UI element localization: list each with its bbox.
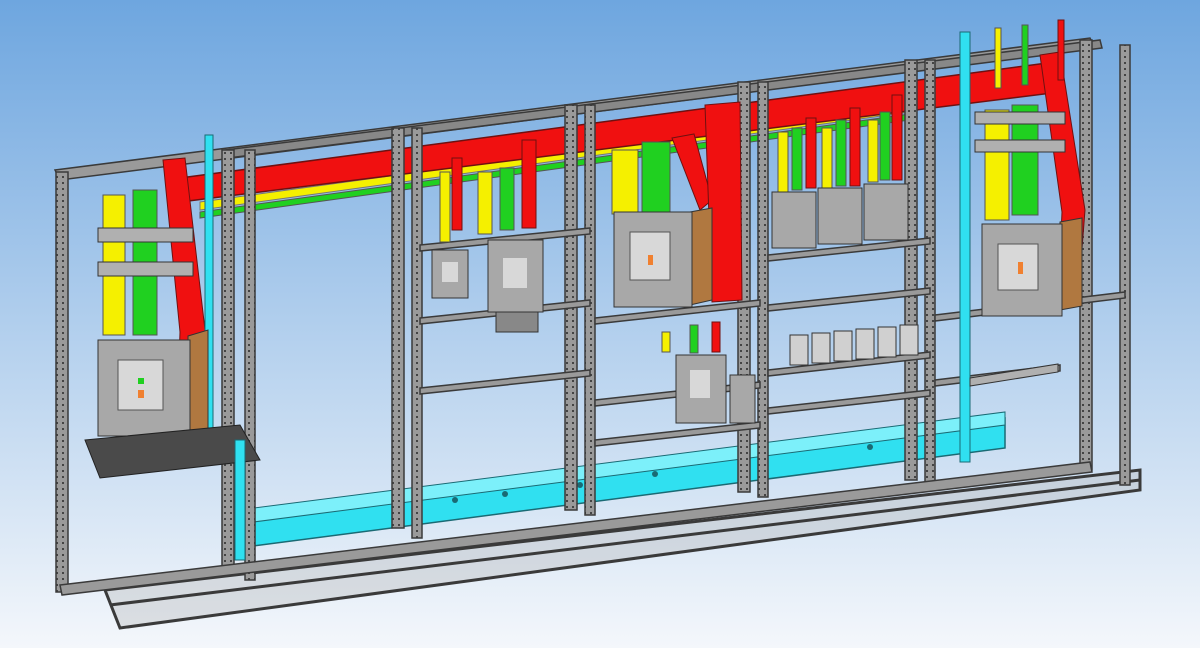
riser-left-cyan	[234, 439, 246, 561]
riser-red-3a	[451, 157, 463, 231]
breaker-3a-window	[442, 262, 458, 282]
breaker-3b-terminals	[495, 311, 539, 333]
small-riser-red-4	[711, 321, 721, 353]
riser-green-4	[641, 141, 671, 213]
post-2a	[391, 127, 405, 529]
post-4b	[757, 81, 769, 498]
breaker-1-indicator-green	[138, 378, 144, 384]
breaker-5b	[817, 187, 863, 245]
riser-6-green-top	[1021, 24, 1029, 86]
breaker-4c-body	[729, 374, 756, 424]
breaker-1	[97, 329, 209, 437]
riser-5-green-b	[835, 119, 847, 187]
riser-5-green-c	[879, 111, 891, 181]
post-2b	[411, 127, 423, 539]
switchgear-cad-model	[0, 0, 1200, 648]
breaker-1-indicator-orange	[138, 390, 144, 398]
cad-viewport	[0, 0, 1200, 648]
riser-5-red-b	[849, 107, 861, 187]
breaker-4b-window	[690, 370, 710, 398]
breaker-1-side	[187, 329, 209, 437]
riser-5-red-c	[891, 94, 903, 181]
breaker-5c	[863, 183, 909, 241]
breaker-6	[981, 217, 1083, 317]
riser-5-yellow-c	[867, 119, 879, 183]
breaker-3b	[487, 239, 544, 333]
riser-6-yellow	[984, 109, 1010, 221]
post-1b	[244, 149, 256, 581]
riser-yellow-4	[611, 149, 639, 215]
small-riser-yellow-4	[661, 331, 671, 353]
riser-6-yellow-top	[994, 27, 1002, 89]
riser-5-yellow-b	[821, 127, 833, 191]
riser-yellow-3b	[477, 171, 493, 235]
post-5b	[924, 59, 936, 486]
riser-yellow-3a	[439, 171, 451, 243]
breaker-3b-window	[503, 258, 527, 288]
breaker-group-5	[771, 183, 909, 249]
riser-5-yellow	[777, 131, 789, 195]
breaker-5a	[771, 191, 817, 249]
breaker-1-window	[117, 359, 164, 411]
breaker-6-side	[1059, 217, 1083, 311]
breaker-3a	[431, 249, 469, 299]
small-riser-green-4	[689, 324, 699, 354]
post-left-outer	[55, 171, 69, 593]
breaker-6-indicator	[1018, 262, 1023, 274]
breaker-4a-indicator	[648, 255, 653, 265]
post-right-back	[1119, 44, 1131, 486]
riser-6-red-top	[1057, 19, 1065, 81]
riser-red-3b	[521, 139, 537, 229]
post-5a	[904, 59, 918, 481]
breaker-4a-side	[689, 207, 713, 306]
post-3b	[584, 104, 596, 516]
riser-5-red-a	[805, 117, 817, 189]
riser-5-green	[791, 127, 803, 191]
post-1a	[221, 149, 235, 571]
riser-6-cyan	[959, 31, 971, 463]
riser-green-3b	[499, 167, 515, 231]
breaker-4a	[613, 207, 713, 308]
